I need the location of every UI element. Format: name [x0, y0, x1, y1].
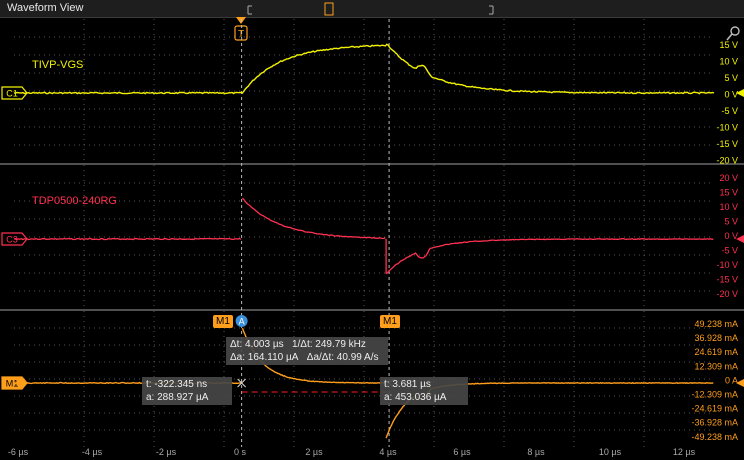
- channel-3-label: TDP0500-240RG: [32, 195, 117, 207]
- time-axis-label: -6 µs: [8, 447, 29, 457]
- cursor-a-time: t: -322.345 ns: [146, 379, 208, 390]
- scale-label: 0 A: [725, 375, 738, 385]
- cursor-a-readout: t: -322.345 ns a: 288.927 µA: [142, 377, 232, 405]
- time-axis-label: 6 µs: [453, 447, 471, 457]
- scale-label: 0 V: [724, 231, 738, 241]
- cursor-b-amplitude: a: 453.036 µA: [384, 392, 447, 403]
- zoom-icon: [730, 26, 740, 36]
- scale-label: -36.928 mA: [691, 418, 738, 428]
- trigger-marker-label: T: [238, 29, 244, 40]
- trigger-arrow-icon: [236, 17, 246, 24]
- scale-label: -10 V: [716, 260, 738, 270]
- scale-label: 10 V: [719, 57, 738, 67]
- scale-label: 15 V: [719, 40, 738, 50]
- scale-label: -10 V: [716, 123, 738, 133]
- time-axis-label: 4 µs: [379, 447, 397, 457]
- scale-label: -15 V: [716, 139, 738, 149]
- scale-label: -20 V: [716, 156, 738, 166]
- scale-label: -12.309 mA: [691, 390, 738, 400]
- scale-label: 5 V: [724, 73, 738, 83]
- cursor-b-readout: t: 3.681 µs a: 453.036 µA: [380, 377, 468, 405]
- scale-label: 15 V: [719, 188, 738, 198]
- delta-t-value: Δt: 4.003 µs: [230, 339, 284, 350]
- scale-label: 0 V: [724, 90, 738, 100]
- scale-label: -5 V: [721, 246, 738, 256]
- delta-a-value: Δa: 164.110 µA: [230, 352, 299, 363]
- scale-label: -49.238 mA: [691, 432, 738, 442]
- delta-a-per-t-value: Δa/Δt: 40.99 A/s: [306, 352, 379, 363]
- cursor-a-source-tag[interactable]: M1: [213, 315, 233, 328]
- inverse-delta-t-value: 1/Δt: 249.79 kHz: [291, 339, 366, 350]
- time-axis-label: 8 µs: [527, 447, 545, 457]
- scale-label: 24.619 mA: [694, 347, 738, 357]
- cursor-b-time: t: 3.681 µs: [384, 379, 431, 390]
- time-axis-label: 0 s: [234, 447, 247, 457]
- cursor-a-amplitude: a: 288.927 µA: [146, 392, 209, 403]
- scale-label: -15 V: [716, 275, 738, 285]
- channel-1-waveform: [13, 43, 715, 95]
- scale-label: 20 V: [719, 173, 738, 183]
- scale-label: 49.238 mA: [694, 319, 738, 329]
- delta-readout: Δt: 4.003 µs 1/Δt: 249.79 kHz Δa: 164.11…: [226, 337, 388, 365]
- scale-label: -5 V: [721, 106, 738, 116]
- scale-label: 10 V: [719, 202, 738, 212]
- channel-3-waveform: [13, 197, 714, 275]
- time-axis-label: 2 µs: [305, 447, 323, 457]
- scale-label: -24.619 mA: [691, 404, 738, 414]
- time-axis-label: -2 µs: [156, 447, 177, 457]
- scale-label: 36.928 mA: [694, 333, 738, 343]
- scale-label: 12.309 mA: [694, 361, 738, 371]
- cursor-a-handle-label: A: [239, 317, 245, 327]
- time-axis-label: 12 µs: [673, 447, 696, 457]
- scale-label: 5 V: [724, 217, 738, 227]
- scale-label: -20 V: [716, 289, 738, 299]
- channel-1-label: TIVP-VGS: [32, 59, 84, 71]
- time-axis-label: 10 µs: [599, 447, 622, 457]
- trigger-position-icon: [324, 2, 334, 16]
- cursor-b-source-tag[interactable]: M1: [380, 315, 400, 328]
- time-axis-label: -4 µs: [82, 447, 103, 457]
- waveform-display[interactable]: 15 V 10 V 5 V 0 V -5 V -10 V -15 V -20 V 20 V 15 …: [0, 0, 744, 460]
